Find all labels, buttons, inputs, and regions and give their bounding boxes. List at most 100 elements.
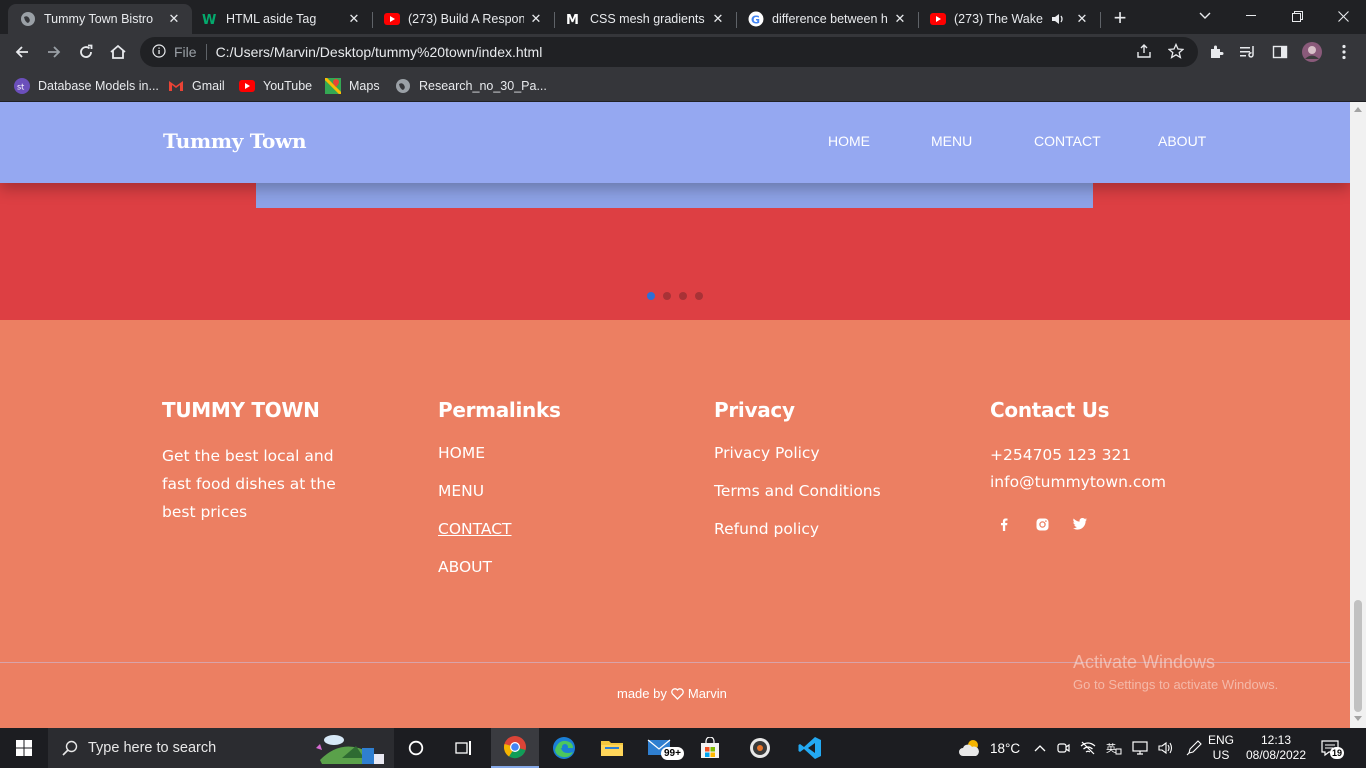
scrollbar-thumb[interactable] <box>1354 600 1362 712</box>
info-icon[interactable] <box>152 43 166 61</box>
taskbar-media-player[interactable] <box>736 728 784 768</box>
footer-link-about[interactable]: ABOUT <box>438 556 561 594</box>
reload-button[interactable] <box>72 38 100 66</box>
start-button[interactable] <box>0 728 48 768</box>
tab-difference[interactable]: G difference between hs ✕ <box>736 4 918 34</box>
facebook-icon[interactable] <box>996 516 1012 532</box>
footer-link-terms[interactable]: Terms and Conditions <box>714 480 881 518</box>
bookmark-gmail[interactable]: Gmail <box>168 76 225 96</box>
bookmark-database-models[interactable]: st Database Models in... <box>14 76 159 96</box>
taskbar-mail[interactable]: 99+ <box>636 728 684 768</box>
footer-link-contact[interactable]: CONTACT <box>438 518 561 556</box>
tab-title: Tummy Town Bistro <box>44 12 154 26</box>
scroll-up-arrow-icon[interactable] <box>1354 107 1362 112</box>
bookmark-maps[interactable]: Maps <box>325 76 380 96</box>
new-tab-button[interactable]: + <box>1108 5 1132 30</box>
volume-icon[interactable] <box>1158 741 1174 755</box>
watermark-title: Activate Windows <box>1073 652 1216 672</box>
close-icon[interactable]: ✕ <box>892 11 908 27</box>
scroll-down-arrow-icon[interactable] <box>1354 716 1362 721</box>
bookmark-star-icon[interactable] <box>1166 41 1186 61</box>
close-icon[interactable]: ✕ <box>1074 11 1090 27</box>
globe-icon <box>395 78 411 94</box>
tab-html-aside[interactable]: W HTML aside Tag ✕ <box>190 4 372 34</box>
address-bar[interactable]: File C:/Users/Marvin/Desktop/tummy%20tow… <box>140 37 1198 67</box>
studytonight-icon: st <box>14 78 30 94</box>
footer-link-menu[interactable]: MENU <box>438 480 561 518</box>
site-logo[interactable]: Tummy Town <box>163 129 306 153</box>
taskbar-edge[interactable] <box>540 728 588 768</box>
carousel-dot-4[interactable] <box>695 292 703 300</box>
tab-wake-up[interactable]: (273) The Wake U ✕ <box>918 4 1100 34</box>
tab-build-responsive[interactable]: (273) Build A Responsive ✕ <box>372 4 554 34</box>
profile-avatar[interactable] <box>1302 42 1322 62</box>
no-network-icon[interactable] <box>1080 741 1096 755</box>
page-scrollbar[interactable] <box>1350 102 1366 728</box>
footer-contact-heading: Contact Us <box>990 398 1110 422</box>
cortana-icon[interactable] <box>398 728 434 768</box>
footer-link-privacy-policy[interactable]: Privacy Policy <box>714 442 881 480</box>
task-view-icon[interactable] <box>446 728 482 768</box>
youtube-icon <box>930 11 946 27</box>
language-indicator[interactable]: ENG US <box>1208 728 1234 768</box>
extensions-puzzle-icon[interactable] <box>1206 42 1226 62</box>
contact-email: info@tummytown.com <box>990 473 1166 491</box>
omnibox-divider <box>205 44 207 60</box>
minimize-button[interactable] <box>1228 0 1274 32</box>
taskbar-file-explorer[interactable] <box>588 728 636 768</box>
tab-search-chevron-icon[interactable] <box>1182 0 1228 32</box>
carousel-dot-2[interactable] <box>663 292 671 300</box>
pen-icon[interactable] <box>1186 740 1202 756</box>
media-queue-icon[interactable] <box>1238 42 1258 62</box>
display-icon[interactable] <box>1132 741 1148 755</box>
close-icon[interactable]: ✕ <box>710 11 726 27</box>
nav-home[interactable]: HOME <box>828 133 870 149</box>
bookmarks-bar: st Database Models in... Gmail YouTube M… <box>0 70 1366 102</box>
nav-about[interactable]: ABOUT <box>1158 133 1206 149</box>
tab-separator <box>372 12 373 28</box>
bookmark-research[interactable]: Research_no_30_Pa... <box>395 76 547 96</box>
instagram-icon[interactable] <box>1034 516 1050 532</box>
side-panel-icon[interactable] <box>1270 42 1290 62</box>
forward-button[interactable] <box>40 38 68 66</box>
carousel-dot-3[interactable] <box>679 292 687 300</box>
chrome-menu-icon[interactable] <box>1334 42 1354 62</box>
browser-toolbar: File C:/Users/Marvin/Desktop/tummy%20tow… <box>0 34 1366 70</box>
w3schools-icon: W <box>202 11 218 27</box>
close-window-button[interactable] <box>1320 0 1366 32</box>
tab-css-mesh[interactable]: M CSS mesh gradients g ✕ <box>554 4 736 34</box>
back-button[interactable] <box>8 38 36 66</box>
clock[interactable]: 12:13 08/08/2022 <box>1244 728 1308 768</box>
restore-button[interactable] <box>1274 0 1320 32</box>
home-button[interactable] <box>104 38 132 66</box>
carousel-dot-1[interactable] <box>647 292 655 300</box>
footer-link-refund[interactable]: Refund policy <box>714 518 881 556</box>
footer-link-home[interactable]: HOME <box>438 442 561 480</box>
taskbar-vscode[interactable] <box>786 728 834 768</box>
url-text[interactable]: C:/Users/Marvin/Desktop/tummy%20town/ind… <box>216 44 543 60</box>
made-by-name: Marvin <box>687 686 727 701</box>
close-icon[interactable]: ✕ <box>166 11 182 27</box>
search-icon <box>62 740 78 756</box>
clock-time: 12:13 <box>1260 733 1292 747</box>
twitter-icon[interactable] <box>1072 516 1088 532</box>
footer-permalinks: Permalinks HOME MENU CONTACT ABOUT <box>438 398 561 594</box>
notification-center[interactable]: 19 <box>1320 728 1345 768</box>
speaker-icon[interactable] <box>1050 11 1066 27</box>
nav-contact[interactable]: CONTACT <box>1034 133 1101 149</box>
taskbar-store[interactable] <box>686 728 734 768</box>
notification-count: 19 <box>1330 747 1345 759</box>
taskbar-search[interactable]: Type here to search <box>48 728 394 768</box>
weather-widget[interactable]: 18°C <box>958 728 1020 768</box>
mail-badge: 99+ <box>661 747 684 760</box>
tab-tummy-town[interactable]: Tummy Town Bistro ✕ <box>8 4 192 34</box>
ime-icon[interactable]: 英 <box>1106 741 1122 755</box>
bookmark-youtube[interactable]: YouTube <box>239 76 312 96</box>
meet-now-icon[interactable] <box>1056 741 1070 755</box>
nav-menu[interactable]: MENU <box>931 133 972 149</box>
taskbar-chrome[interactable] <box>491 728 539 768</box>
close-icon[interactable]: ✕ <box>528 11 544 27</box>
chevron-up-icon[interactable] <box>1034 744 1046 752</box>
share-icon[interactable] <box>1134 41 1154 61</box>
close-icon[interactable]: ✕ <box>346 11 362 27</box>
